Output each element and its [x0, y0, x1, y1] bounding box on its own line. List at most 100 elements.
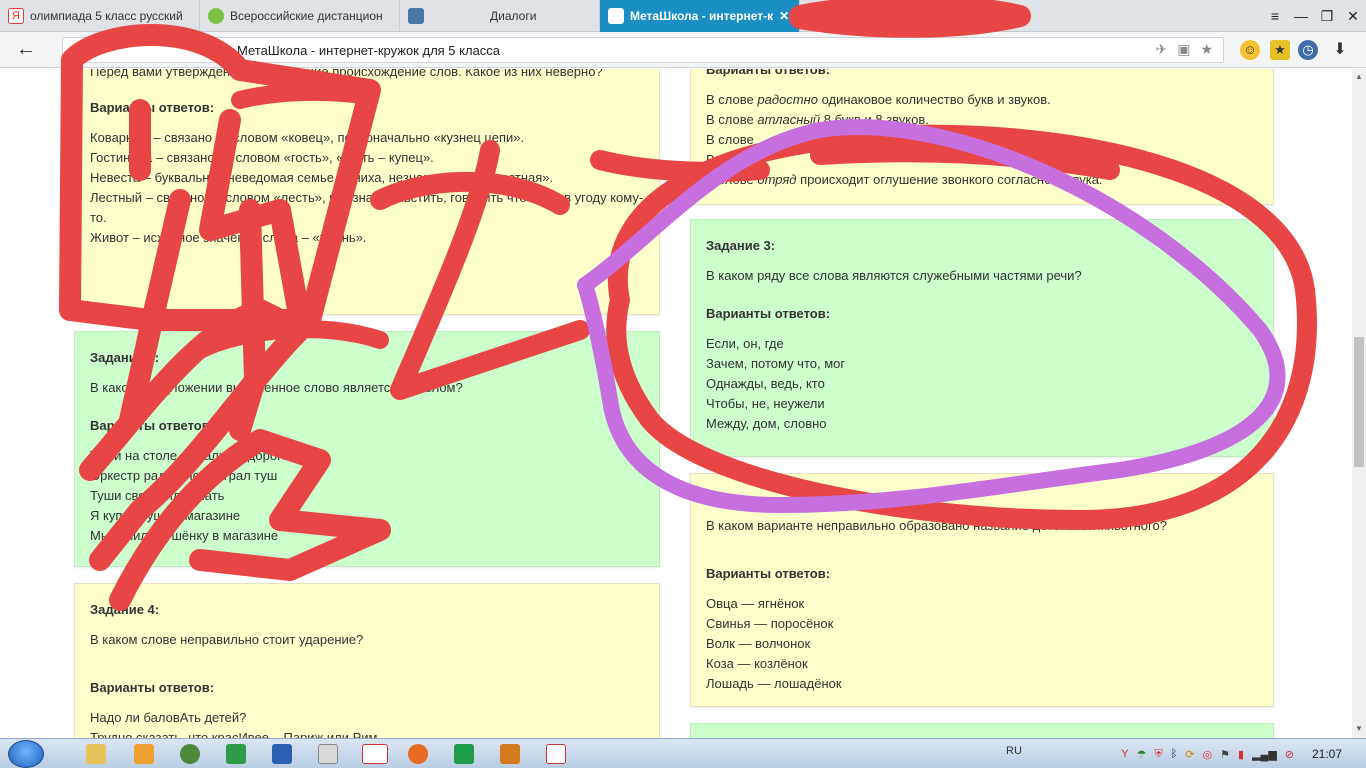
answer-option[interactable]: Трудно сказать, что красИвее – Париж или…: [90, 728, 644, 738]
task-card: Задание 2: В каком предложении выделенно…: [74, 331, 660, 567]
word-icon[interactable]: [272, 744, 292, 764]
task-title: Задание 3:: [706, 238, 776, 253]
tab-vserossiyskie[interactable]: Всероссийские дистанцион: [200, 0, 400, 32]
yandex-browser-icon[interactable]: [362, 744, 388, 764]
answer-options: Коварный – связано со словом «ковец», пе…: [90, 128, 644, 248]
system-tray: Y ☂ ⛨ ᛒ ⟳ ◎ ⚑ ▮ ▂▄▆ ⊘: [1121, 739, 1294, 768]
vertical-scrollbar[interactable]: ▲ ▼: [1352, 69, 1366, 738]
tab-label: Всероссийские дистанцион: [230, 9, 383, 23]
answer-options: Если, он, где Зачем, потому что, мог Одн…: [706, 334, 1258, 434]
question-text: Перед вами утверждения, поясняющие проис…: [90, 69, 603, 79]
back-arrow-icon[interactable]: ←: [16, 38, 36, 61]
url-field[interactable]: МетаШкола - интернет-кружок для 5 класса…: [62, 37, 1224, 63]
answer-option[interactable]: Гостиница – связано со словом «гость», «…: [90, 148, 644, 168]
scroll-down-icon[interactable]: ▼: [1355, 724, 1363, 733]
answer-option[interactable]: В слове: [706, 130, 1258, 150]
flag-icon[interactable]: ⚑: [1220, 748, 1230, 761]
tab-dialogs[interactable]: Диалоги: [400, 0, 600, 32]
yandex-icon[interactable]: [546, 744, 566, 764]
answer-option[interactable]: Овца — ягнёнок: [706, 594, 1258, 614]
app-icon[interactable]: [180, 744, 200, 764]
option-text: В слове: [706, 112, 758, 127]
calculator-icon[interactable]: [226, 744, 246, 764]
answer-option[interactable]: В слове отряд происходит оглушение звонк…: [706, 170, 1258, 190]
task-card: [690, 723, 1274, 738]
tab-metashkola[interactable]: МетаШкола - интернет-к ✕: [600, 0, 800, 32]
answer-options: Надо ли баловАть детей? Трудно сказать, …: [90, 708, 644, 738]
answers-label: Варианты ответов:: [706, 306, 831, 321]
umbrella-icon[interactable]: ☂: [1137, 748, 1147, 761]
start-button[interactable]: [8, 740, 44, 768]
url-text: МетаШкола - интернет-кружок для 5 класса: [237, 43, 501, 58]
download-icon[interactable]: ⬇: [1330, 40, 1350, 60]
yandex-tray-icon[interactable]: Y: [1121, 748, 1128, 760]
page-icon: [608, 8, 624, 24]
firefox-icon[interactable]: [408, 744, 428, 764]
minimize-icon[interactable]: —: [1288, 8, 1314, 24]
dialogs-icon: [408, 8, 424, 24]
answer-option[interactable]: Лошадь — лошадёнок: [706, 674, 1258, 694]
clock-extension-icon[interactable]: ◷: [1298, 40, 1318, 60]
answer-option[interactable]: Коза — козлёнок: [706, 654, 1258, 674]
tab-olympiad[interactable]: Я олимпиада 5 класс русский: [0, 0, 200, 32]
language-indicator[interactable]: RU: [1006, 745, 1022, 757]
answer-option[interactable]: Однажды, ведь, кто: [706, 374, 1258, 394]
answer-option[interactable]: В слове радостно одинаковое количество б…: [706, 90, 1258, 110]
answer-option[interactable]: Чтобы, не, неужели: [706, 394, 1258, 414]
task-card: Варианты ответов: В слове радостно одина…: [690, 69, 1274, 205]
answer-option[interactable]: Лестный – связано со словом «лесть», что…: [90, 188, 644, 228]
answer-option[interactable]: В слове атласный 8 букв и 8 звуков.: [706, 110, 1258, 130]
answer-option[interactable]: Оркестр радостно заиграл туш: [90, 466, 644, 486]
answer-option[interactable]: Надо ли баловАть детей?: [90, 708, 644, 728]
windows-taskbar: RU Y ☂ ⛨ ᛒ ⟳ ◎ ⚑ ▮ ▂▄▆ ⊘ 21:07: [0, 738, 1366, 768]
rocket-icon[interactable]: ✈: [1155, 41, 1167, 58]
lock-icon[interactable]: ▣: [1177, 41, 1190, 58]
volume-muted-icon[interactable]: ⊘: [1285, 748, 1294, 761]
bluetooth-icon[interactable]: ᛒ: [1171, 748, 1178, 760]
answer-option[interactable]: Коварный – связано со словом «ковец», пе…: [90, 128, 644, 148]
close-tab-icon[interactable]: ✕: [779, 9, 789, 23]
answers-label: Варианты ответов:: [90, 418, 215, 433]
answer-option[interactable]: Зачем, потому что, мог: [706, 354, 1258, 374]
answer-option[interactable]: Мы купили тушёнку в магазине: [90, 526, 644, 546]
option-text: В слове: [706, 92, 758, 107]
answer-option[interactable]: Живот – исходное значение слова – «жизнь…: [90, 228, 644, 248]
task-card: Перед вами утверждения, поясняющие проис…: [74, 69, 660, 315]
shield-app-icon[interactable]: [500, 744, 520, 764]
power-icon[interactable]: ▮: [1238, 748, 1244, 761]
answer-option[interactable]: Волк — волчонок: [706, 634, 1258, 654]
close-window-icon[interactable]: ✕: [1340, 8, 1366, 25]
answer-option[interactable]: Между, дом, словно: [706, 414, 1258, 434]
answer-option[interactable]: Я купил тушь в магазине: [90, 506, 644, 526]
answer-options: В слове радостно одинаковое количество б…: [706, 90, 1258, 190]
answers-label: Варианты ответов:: [90, 100, 215, 115]
lifebuoy-icon[interactable]: ◎: [1203, 748, 1213, 761]
signal-icon[interactable]: ▂▄▆: [1252, 748, 1277, 761]
smiley-extension-icon[interactable]: ☺: [1240, 40, 1260, 60]
explorer-icon[interactable]: [86, 744, 106, 764]
answer-option[interactable]: Невеста – буквально «неведомая семье жен…: [90, 168, 644, 188]
answer-option[interactable]: В слове: [706, 150, 1258, 170]
restore-icon[interactable]: ❐: [1314, 8, 1340, 25]
star-extension-icon[interactable]: ★: [1270, 40, 1290, 60]
scroll-up-icon[interactable]: ▲: [1355, 72, 1363, 81]
option-text: В слове: [706, 152, 754, 167]
task-card: Задание 3: В каком ряду все слова являют…: [690, 219, 1274, 457]
task-title: Задание 2:: [90, 350, 160, 365]
answer-option[interactable]: Если, он, где: [706, 334, 1258, 354]
tab-label: олимпиада 5 класс русский: [30, 9, 183, 23]
chat-icon[interactable]: [454, 744, 474, 764]
media-player-icon[interactable]: [134, 744, 154, 764]
option-word: отряд: [757, 172, 797, 187]
clock[interactable]: 21:07: [1312, 747, 1342, 761]
answer-option[interactable]: Туши свет и иди спать: [90, 486, 644, 506]
menu-icon[interactable]: ≡: [1262, 8, 1288, 24]
window-icon[interactable]: [318, 744, 338, 764]
sync-icon[interactable]: ⟳: [1185, 748, 1194, 761]
scrollbar-thumb[interactable]: [1354, 337, 1364, 467]
antivirus-icon[interactable]: ⛨: [1154, 748, 1162, 761]
answer-option[interactable]: Свинья — поросёнок: [706, 614, 1258, 634]
answer-option[interactable]: Туши на столе лежали на дороге: [90, 446, 644, 466]
address-bar: ← МетаШкола - интернет-кружок для 5 клас…: [0, 32, 1366, 68]
star-bookmark-icon[interactable]: ★: [1200, 41, 1213, 58]
